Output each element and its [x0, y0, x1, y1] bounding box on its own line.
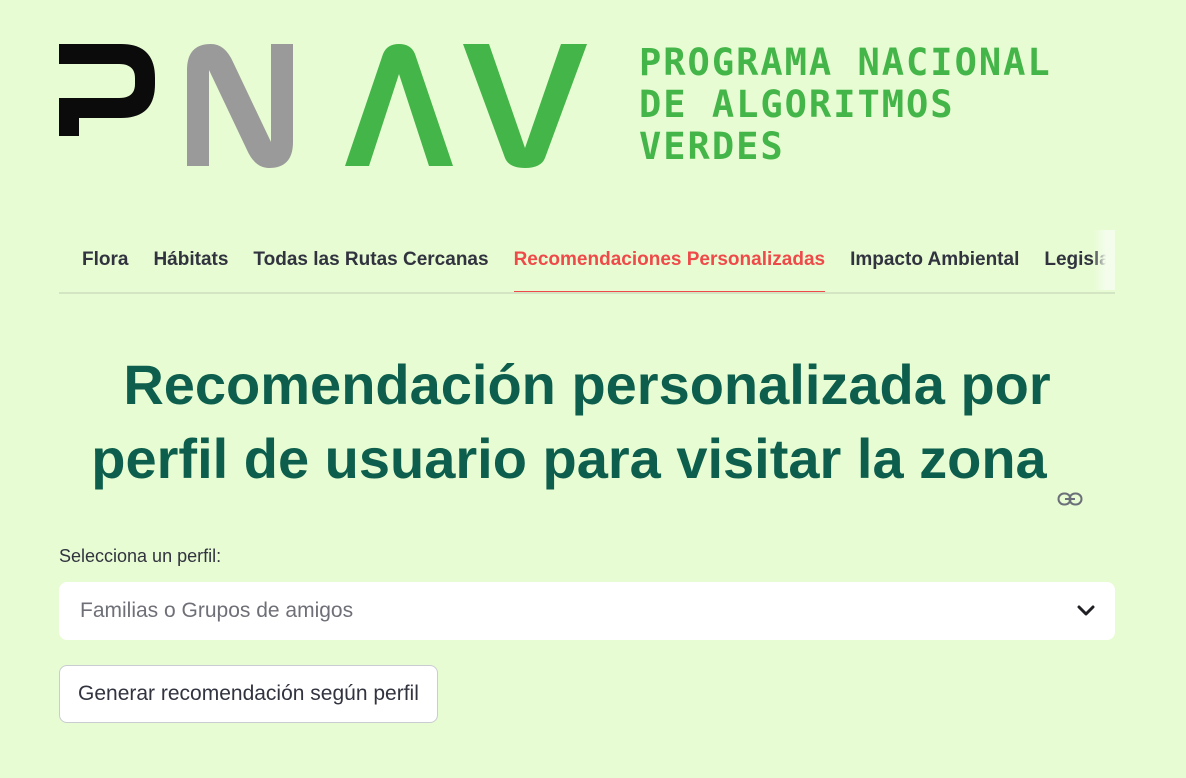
- page-title-line-2-wrap: perfil de usuario para visitar la zona: [59, 422, 1115, 506]
- tab-impacto-ambiental[interactable]: Impacto Ambiental: [850, 230, 1019, 292]
- pnav-logo-mark: [59, 44, 587, 168]
- main-container: PROGRAMA NACIONAL DE ALGORITMOS VERDES F…: [59, 0, 1115, 778]
- logo-line-1: PROGRAMA NACIONAL: [639, 41, 1052, 84]
- link-icon[interactable]: [1057, 451, 1083, 506]
- tab-flora[interactable]: Flora: [82, 230, 128, 292]
- logo-line-2: DE ALGORITMOS: [639, 83, 955, 126]
- chevron-down-icon[interactable]: [1077, 603, 1095, 619]
- logo-title: PROGRAMA NACIONAL DE ALGORITMOS VERDES: [639, 42, 1052, 168]
- page-title: Recomendación personalizada por perfil d…: [59, 348, 1115, 506]
- page-title-line-2: perfil de usuario para visitar la zona: [91, 427, 1047, 490]
- tab-scroll-fade: [1093, 230, 1115, 290]
- profile-select-label: Selecciona un perfil:: [59, 546, 222, 566]
- tab-habitats[interactable]: Hábitats: [153, 230, 228, 292]
- generate-recommendation-button[interactable]: Generar recomendación según perfil: [59, 665, 438, 723]
- page-title-line-1: Recomendación personalizada por: [123, 353, 1051, 416]
- profile-select[interactable]: Familias o Grupos de amigos: [59, 582, 1115, 640]
- tab-bar: Flora Hábitats Todas las Rutas Cercanas …: [59, 230, 1115, 294]
- pnav-logo: PROGRAMA NACIONAL DE ALGORITMOS VERDES: [59, 40, 1115, 172]
- tab-recomendaciones-personalizadas[interactable]: Recomendaciones Personalizadas: [513, 230, 825, 292]
- logo-line-3: VERDES: [639, 125, 785, 168]
- tab-rutas-cercanas[interactable]: Todas las Rutas Cercanas: [253, 230, 488, 292]
- profile-select-value: Familias o Grupos de amigos: [80, 599, 354, 622]
- tab-list: Flora Hábitats Todas las Rutas Cercanas …: [82, 230, 1115, 292]
